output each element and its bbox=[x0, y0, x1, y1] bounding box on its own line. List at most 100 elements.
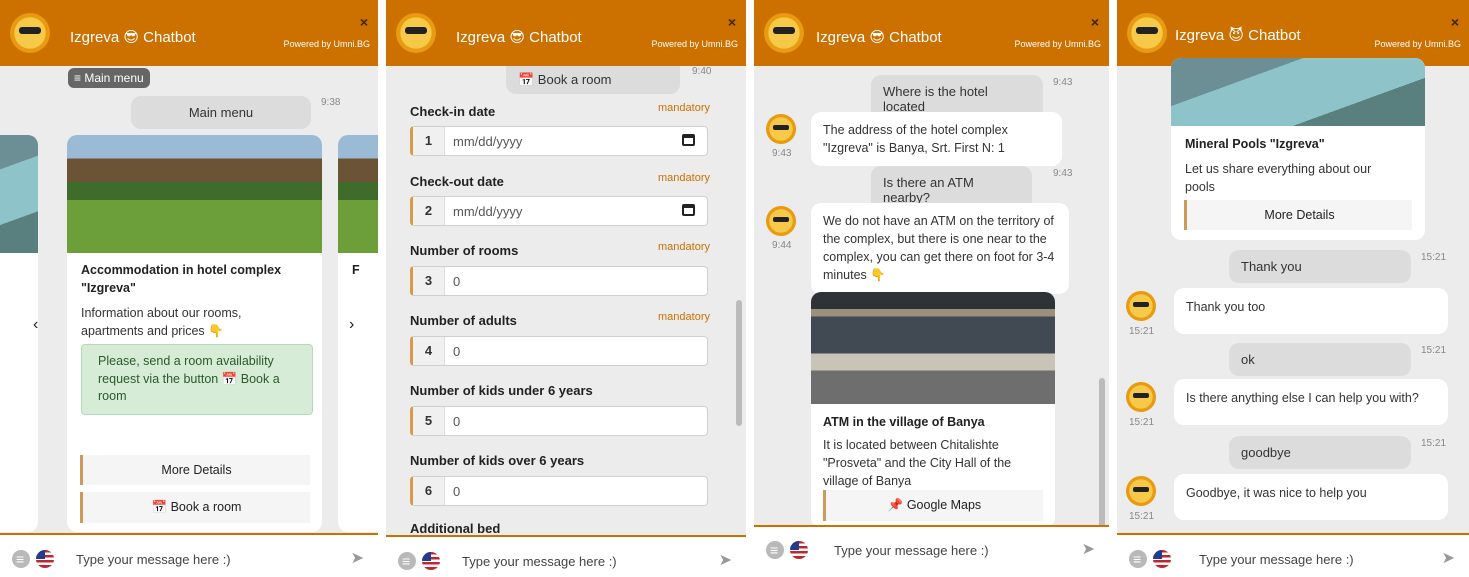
user-message-book-room: 📅 Book a room bbox=[506, 66, 680, 94]
sun-logo-icon bbox=[1127, 13, 1167, 53]
bot-message: We do not have an ATM on the territory o… bbox=[811, 203, 1069, 294]
calendar-icon[interactable] bbox=[682, 204, 695, 216]
card-image bbox=[338, 135, 378, 253]
kids-under-6-input[interactable] bbox=[453, 411, 673, 431]
chat-header: Izgreva 😎 Chatbot × Powered by Umni.BG bbox=[0, 0, 378, 66]
atm-image bbox=[811, 292, 1055, 404]
send-icon[interactable]: ➤ bbox=[1442, 548, 1455, 568]
chat-footer: ➤ bbox=[1117, 533, 1469, 577]
rooms-label: Number of rooms bbox=[410, 243, 519, 258]
close-icon[interactable]: × bbox=[1091, 14, 1099, 30]
checkin-date-input[interactable] bbox=[453, 131, 673, 151]
bot-message: Goodbye, it was nice to help you bbox=[1174, 474, 1448, 520]
chat-window-goodbye: Izgreva 😈 Chatbot × Powered by Umni.BG M… bbox=[1117, 0, 1469, 577]
us-flag-icon[interactable] bbox=[422, 552, 440, 570]
checkin-label: Check-in date bbox=[410, 104, 496, 119]
sun-logo-icon bbox=[764, 13, 804, 53]
calendar-icon[interactable] bbox=[682, 134, 695, 146]
mineral-pools-card: Mineral Pools "Izgreva" Let us share eve… bbox=[1171, 58, 1425, 240]
user-message: Thank you bbox=[1229, 250, 1411, 283]
google-maps-button[interactable]: 📌 Google Maps bbox=[823, 490, 1043, 521]
message-time: 9:40 bbox=[692, 66, 712, 77]
message-time: 9:38 bbox=[321, 97, 341, 108]
send-icon[interactable]: ➤ bbox=[351, 548, 364, 568]
powered-by-label: Powered by Umni.BG bbox=[1014, 39, 1101, 49]
adults-input[interactable] bbox=[453, 341, 673, 361]
menu-icon[interactable] bbox=[766, 541, 784, 559]
scrollbar[interactable] bbox=[1099, 378, 1105, 528]
powered-by-label: Powered by Umni.BG bbox=[283, 39, 370, 49]
message-time: 15:21 bbox=[1129, 417, 1155, 428]
checkout-label: Check-out date bbox=[410, 174, 504, 189]
chat-header: Izgreva 😈 Chatbot × Powered by Umni.BG bbox=[1117, 0, 1469, 66]
chat-footer: ➤ bbox=[754, 525, 1109, 577]
menu-icon[interactable] bbox=[1129, 550, 1147, 568]
mandatory-label: mandatory bbox=[658, 102, 710, 114]
book-room-button[interactable]: 📅 Book a room bbox=[80, 492, 310, 523]
field-number: 4 bbox=[413, 337, 445, 365]
availability-notice: Please, send a room availability request… bbox=[81, 344, 313, 415]
pool-image bbox=[1171, 58, 1425, 126]
close-icon[interactable]: × bbox=[728, 14, 736, 30]
message-input[interactable] bbox=[834, 538, 1054, 562]
message-input[interactable] bbox=[462, 549, 682, 573]
carousel-next-icon[interactable]: › bbox=[349, 316, 354, 334]
carousel-card-accommodation: Accommodation in hotel complex "Izgreva"… bbox=[67, 135, 322, 532]
user-message: Main menu bbox=[131, 96, 311, 129]
message-time: 15:21 bbox=[1129, 326, 1155, 337]
us-flag-icon[interactable] bbox=[1153, 550, 1171, 568]
us-flag-icon[interactable] bbox=[790, 541, 808, 559]
carousel-prev-icon[interactable]: ‹ bbox=[33, 316, 38, 334]
chat-title: Izgreva 😎 Chatbot bbox=[456, 29, 582, 46]
sun-logo-icon bbox=[10, 13, 50, 53]
chat-footer: ➤ bbox=[386, 535, 746, 577]
more-details-button[interactable]: More Details bbox=[1184, 200, 1412, 230]
bot-avatar-icon bbox=[1126, 382, 1156, 412]
card-title: Accommodation in hotel complex "Izgreva" bbox=[81, 263, 282, 295]
send-icon[interactable]: ➤ bbox=[719, 550, 732, 570]
message-input[interactable] bbox=[76, 547, 296, 571]
card-description: Information about our rooms, apartments … bbox=[81, 306, 242, 339]
us-flag-icon[interactable] bbox=[36, 550, 54, 568]
field-number: 6 bbox=[413, 477, 445, 505]
kids-under-6-label: Number of kids under 6 years bbox=[410, 383, 593, 398]
bot-message: Is there anything else I can help you wi… bbox=[1174, 379, 1448, 425]
message-time: 15:21 bbox=[1129, 511, 1155, 522]
field-number: 1 bbox=[413, 127, 445, 155]
chat-footer: ➤ bbox=[0, 533, 378, 577]
rooms-input[interactable] bbox=[453, 271, 673, 291]
hotel-image bbox=[67, 135, 322, 253]
message-time: 15:21 bbox=[1421, 345, 1447, 356]
bot-message: Thank you too bbox=[1174, 288, 1448, 334]
scrollbar[interactable] bbox=[736, 300, 742, 426]
checkout-date-input[interactable] bbox=[453, 201, 673, 221]
mandatory-label: mandatory bbox=[658, 172, 710, 184]
message-time: 9:43 bbox=[1053, 168, 1073, 179]
menu-icon[interactable] bbox=[398, 552, 416, 570]
carousel-card-next: F bbox=[338, 135, 378, 532]
menu-icon[interactable] bbox=[12, 550, 30, 568]
kids-over-6-input[interactable] bbox=[453, 481, 673, 501]
more-details-button[interactable]: More Details bbox=[80, 455, 310, 485]
rooms-field: 3 bbox=[410, 266, 708, 296]
send-icon[interactable]: ➤ bbox=[1082, 539, 1095, 559]
close-icon[interactable]: × bbox=[1451, 14, 1459, 30]
main-menu-button[interactable]: ≡ Main menu bbox=[68, 68, 150, 88]
chat-header: Izgreva 😎 Chatbot × Powered by Umni.BG bbox=[386, 0, 746, 66]
bot-message: The address of the hotel complex "Izgrev… bbox=[811, 112, 1062, 167]
message-time: 15:21 bbox=[1421, 438, 1447, 449]
kids-under-6-field: 5 bbox=[410, 406, 708, 436]
field-number: 5 bbox=[413, 407, 445, 435]
message-time: 15:21 bbox=[1421, 252, 1447, 263]
message-time: 9:44 bbox=[772, 240, 792, 251]
close-icon[interactable]: × bbox=[360, 14, 368, 30]
message-input[interactable] bbox=[1199, 547, 1419, 571]
chat-title: Izgreva 😎 Chatbot bbox=[70, 29, 196, 46]
chat-title: Izgreva 😈 Chatbot bbox=[1175, 27, 1301, 44]
card-title: Mineral Pools "Izgreva" bbox=[1185, 137, 1325, 151]
bot-avatar-icon bbox=[766, 114, 796, 144]
message-time: 9:43 bbox=[772, 148, 792, 159]
field-number: 2 bbox=[413, 197, 445, 225]
pool-image bbox=[0, 135, 38, 253]
user-message: ok bbox=[1229, 343, 1411, 376]
